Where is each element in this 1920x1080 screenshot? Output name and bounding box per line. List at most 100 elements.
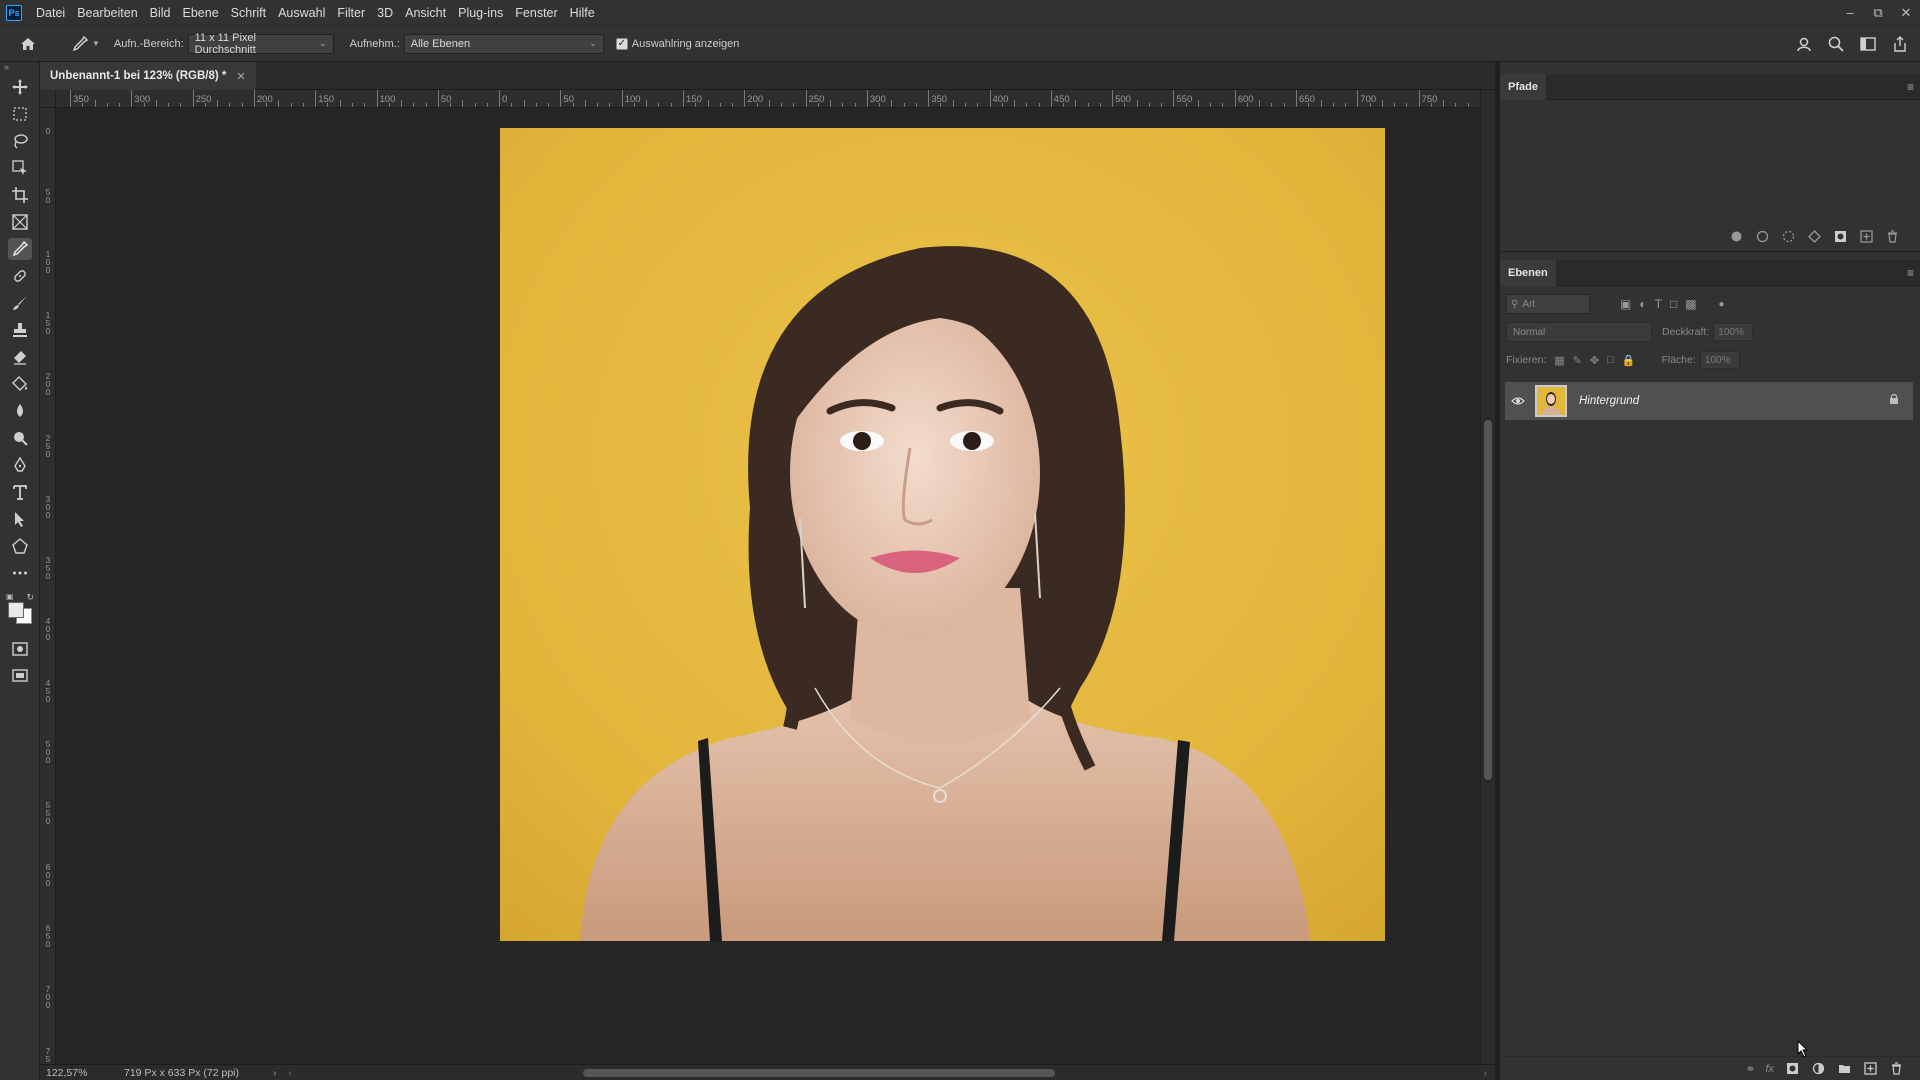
lock-transparent-pixels-icon[interactable]: ▦ [1554,354,1564,367]
eyedropper-tool-preset-icon[interactable] [68,32,92,56]
zoom-level[interactable]: 122,57% [46,1067,106,1079]
load-path-as-selection-icon[interactable] [1780,229,1796,245]
scroll-right-icon[interactable]: › [1484,1067,1488,1079]
close-tab-icon[interactable]: ✕ [236,70,245,83]
link-layers-icon[interactable]: ⚭ [1745,1062,1755,1076]
lock-image-pixels-icon[interactable]: ✎ [1573,354,1582,367]
menu-ansicht[interactable]: Ansicht [399,6,452,20]
make-work-path-icon[interactable] [1806,229,1822,245]
opacity-input[interactable]: 100% [1713,323,1754,341]
clone-stamp-tool-icon[interactable] [8,319,32,341]
new-layer-icon[interactable] [1862,1061,1878,1077]
vertical-scrollbar[interactable] [1480,90,1495,1064]
delete-layer-icon[interactable] [1888,1061,1904,1077]
fill-input[interactable]: 100% [1699,351,1740,369]
vertical-scroll-thumb[interactable] [1484,420,1492,780]
menu-ebene[interactable]: Ebene [177,6,225,20]
filter-type-icon[interactable]: T [1655,297,1662,311]
layer-filter-search[interactable]: ⚲ Art [1506,294,1590,314]
menu-hilfe[interactable]: Hilfe [564,6,601,20]
quick-mask-icon[interactable] [8,638,32,660]
menu-bild[interactable]: Bild [144,6,177,20]
eraser-tool-icon[interactable] [8,346,32,368]
layer-thumbnail[interactable] [1535,385,1567,417]
menu-plugins[interactable]: Plug-ins [452,6,509,20]
move-tool-icon[interactable] [8,76,32,98]
menu-bearbeiten[interactable]: Bearbeiten [71,6,143,20]
ruler-vertical[interactable]: 0 5 0 1 0 0 1 5 0 2 0 0 2 5 0 3 0 0 3 5 0 4 0 0 4… [40,108,56,1064]
menu-fenster[interactable]: Fenster [509,6,563,20]
menu-3d[interactable]: 3D [371,6,399,20]
object-selection-tool-icon[interactable] [8,157,32,179]
add-mask-icon[interactable] [1832,229,1848,245]
brush-tool-icon[interactable] [8,292,32,314]
color-swatches[interactable]: ▣ ↻ [6,592,34,626]
workspace-icon[interactable] [1856,32,1880,56]
fill-path-icon[interactable] [1728,229,1744,245]
document-tab[interactable]: Unbenannt-1 bei 123% (RGB/8) * ✕ [40,62,256,90]
shape-tool-icon[interactable] [8,535,32,557]
new-group-icon[interactable] [1836,1061,1852,1077]
horizontal-scroll-thumb[interactable] [583,1069,1055,1077]
menu-auswahl[interactable]: Auswahl [272,6,331,20]
swap-colors-icon[interactable]: ↻ [26,592,34,603]
status-menu-arrow-icon[interactable]: › [273,1067,277,1079]
delete-path-icon[interactable] [1884,229,1900,245]
more-tools-icon[interactable] [8,562,32,584]
filter-smart-object-icon[interactable]: ▩ [1685,297,1696,311]
paint-bucket-tool-icon[interactable] [8,373,32,395]
healing-brush-tool-icon[interactable] [8,265,32,287]
default-colors-icon[interactable]: ▣ [6,592,14,601]
tab-ebenen[interactable]: Ebenen [1500,260,1556,286]
search-icon[interactable] [1824,32,1848,56]
crop-tool-icon[interactable] [8,184,32,206]
layer-lock-icon[interactable] [1889,393,1899,408]
paths-panel-menu-icon[interactable]: ≡ [1907,80,1914,94]
filter-shape-icon[interactable]: □ [1670,297,1677,311]
scroll-left-icon[interactable]: ‹ [288,1067,292,1079]
menu-datei[interactable]: Datei [30,6,71,20]
stroke-path-icon[interactable] [1754,229,1770,245]
lock-artboard-icon[interactable]: □ [1607,354,1614,367]
tab-pfade[interactable]: Pfade [1500,74,1546,100]
fx-icon[interactable]: fx [1765,1063,1774,1075]
menu-schrift[interactable]: Schrift [225,6,272,20]
home-icon[interactable] [16,32,40,56]
lock-all-icon[interactable]: 🔒 [1622,354,1636,367]
show-sampling-ring-checkbox[interactable]: ✓ [615,37,628,50]
path-selection-tool-icon[interactable] [8,508,32,530]
menu-filter[interactable]: Filter [331,6,371,20]
layers-panel-menu-icon[interactable]: ≡ [1907,266,1914,280]
blur-tool-icon[interactable] [8,400,32,422]
add-layer-mask-icon[interactable] [1784,1061,1800,1077]
ruler-corner[interactable] [40,90,56,108]
document-info[interactable]: 719 Px x 633 Px (72 ppi) [124,1067,239,1079]
layer-visibility-eye-icon[interactable] [1505,396,1531,406]
close-window-button[interactable]: ✕ [1892,0,1920,25]
ruler-horizontal[interactable]: 350 300 250 200 150 100 50 0 50 100 150 200 250 300 35… [56,90,1480,108]
share-export-icon[interactable] [1888,32,1912,56]
pen-tool-icon[interactable] [8,454,32,476]
lock-position-icon[interactable]: ✥ [1590,354,1599,367]
foreground-color-swatch[interactable] [8,602,24,618]
filter-adjustment-icon[interactable]: ◐ [1639,297,1646,311]
layer-name[interactable]: Hintergrund [1579,395,1639,407]
sample-select[interactable]: Alle Ebenen ⌄ [403,33,604,54]
share-user-icon[interactable] [1792,32,1816,56]
eyedropper-tool-icon[interactable] [8,238,32,260]
document-image[interactable] [500,128,1385,941]
screen-mode-icon[interactable] [8,665,32,687]
layer-row[interactable]: Hintergrund [1505,382,1913,420]
marquee-tool-icon[interactable] [8,103,32,125]
lasso-tool-icon[interactable] [8,130,32,152]
restore-button[interactable]: ⧉ [1864,0,1892,25]
preset-chevron-down-icon[interactable]: ▼ [92,39,100,48]
minimize-button[interactable]: – [1836,0,1864,25]
type-tool-icon[interactable] [8,481,32,503]
blend-mode-select[interactable]: Normal [1506,322,1652,342]
adjustment-layer-icon[interactable] [1810,1061,1826,1077]
collapse-arrows-icon[interactable]: » [4,62,9,72]
sample-size-select[interactable]: 11 x 11 Pixel Durchschnitt ⌄ [187,32,334,56]
filter-toggle-icon[interactable]: ● [1719,299,1725,310]
dodge-tool-icon[interactable] [8,427,32,449]
